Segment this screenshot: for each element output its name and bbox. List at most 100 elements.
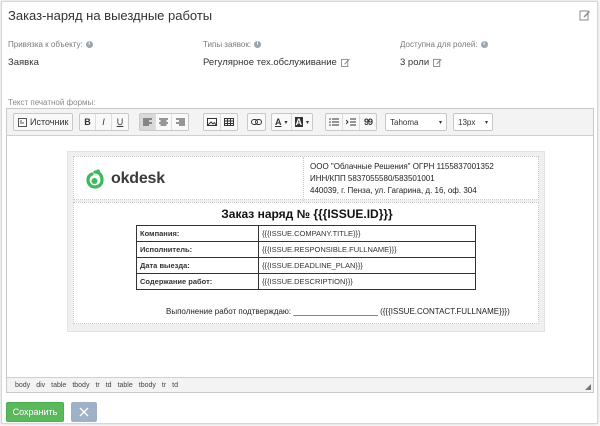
caret-down-icon: ▾	[284, 119, 288, 126]
row-key: Компания:	[136, 225, 259, 242]
image-icon	[207, 118, 217, 126]
resize-handle-icon[interactable]	[585, 384, 591, 390]
request-types-value: Регулярное тех.обслуживание	[203, 57, 337, 68]
logo-cell: okdesk	[74, 157, 304, 201]
align-center-icon	[159, 118, 168, 126]
caret-down-icon: ▾	[484, 119, 488, 126]
row-key: Содержание работ:	[136, 273, 259, 290]
edit-icon[interactable]	[579, 9, 591, 21]
object-binding-label: Привязка к объекту:	[8, 40, 83, 49]
insert-group	[203, 113, 238, 131]
list-button[interactable]	[326, 114, 343, 130]
source-icon	[18, 117, 27, 127]
path-item[interactable]: div	[36, 382, 45, 389]
request-types-field: Типы заявок: i Регулярное тех.обслуживани…	[203, 40, 350, 68]
quote-button[interactable]: 99	[360, 114, 376, 130]
confirmation-line: Выполнение работ подтверждаю: __________…	[166, 307, 510, 316]
table-icon	[224, 118, 234, 126]
align-center-button[interactable]	[156, 114, 172, 130]
bold-button[interactable]: B	[80, 114, 96, 130]
cancel-button[interactable]	[71, 402, 97, 422]
row-key: Дата выезда:	[136, 257, 259, 274]
underline-button[interactable]: U	[112, 114, 128, 130]
document-body: Заказ наряд № {{{ISSUE.ID}}} Компания: {…	[73, 202, 539, 324]
caret-down-icon: ▾	[438, 119, 442, 126]
path-item[interactable]: td	[172, 382, 178, 389]
path-item[interactable]: tbody	[139, 382, 156, 389]
link-button[interactable]	[248, 114, 265, 130]
list-group: 99	[325, 113, 377, 131]
link-group	[247, 113, 266, 131]
form-fields: Привязка к объекту: i Заявка Типы заявок:…	[8, 40, 588, 80]
font-size-value: 13px	[458, 117, 476, 127]
path-item[interactable]: tbody	[72, 382, 89, 389]
table-row: Содержание работ: {{{ISSUE.DESCRIPTION}}…	[136, 273, 476, 290]
request-types-label: Типы заявок:	[203, 40, 252, 49]
numbered-list-icon	[329, 118, 339, 126]
object-binding-field: Привязка к объекту: i Заявка	[8, 40, 93, 68]
align-right-button[interactable]	[172, 114, 188, 130]
font-family-value: Tahoma	[390, 117, 419, 127]
rich-text-editor[interactable]: Источник B I U A ▾ A ▾ 99 Tahoma ▾ 13px …	[6, 108, 594, 393]
path-item[interactable]: td	[106, 382, 112, 389]
path-item[interactable]: tr	[95, 382, 99, 389]
path-item[interactable]: table	[51, 382, 66, 389]
align-left-icon	[143, 118, 152, 126]
pencil-icon[interactable]	[433, 58, 442, 67]
source-group: Источник	[13, 113, 74, 131]
editor-toolbar: Источник B I U A ▾ A ▾ 99 Tahoma ▾ 13px …	[7, 109, 593, 136]
row-value: {{{ISSUE.DEADLINE_PLAN}}}	[258, 257, 476, 274]
editor-content[interactable]: okdesk ООО "Облачные Решения" ОГРН 11558…	[7, 137, 593, 376]
info-icon[interactable]: i	[480, 41, 488, 48]
info-table: Компания: {{{ISSUE.COMPANY.TITLE}}} Испо…	[136, 225, 476, 290]
align-left-button[interactable]	[140, 114, 156, 130]
info-icon[interactable]: i	[85, 41, 93, 48]
info-icon[interactable]: i	[254, 41, 262, 48]
company-line: ИНН/КПП 5837055580/583501001	[310, 174, 435, 183]
table-button[interactable]	[221, 114, 237, 130]
italic-button[interactable]: I	[96, 114, 112, 130]
table-row: Компания: {{{ISSUE.COMPANY.TITLE}}}	[136, 225, 476, 242]
element-path-bar: body div table tbody tr td table tbody t…	[7, 377, 593, 392]
path-item[interactable]: tr	[162, 382, 166, 389]
row-value: {{{ISSUE.RESPONSIBLE.FULLNAME}}}	[258, 241, 476, 258]
save-button[interactable]: Сохранить	[6, 402, 64, 422]
bg-color-label: A	[294, 117, 304, 127]
image-button[interactable]	[204, 114, 221, 130]
document-header: okdesk ООО "Облачные Решения" ОГРН 11558…	[73, 156, 539, 201]
company-line: 440039, г. Пенза, ул. Гагарина, д. 16, о…	[310, 186, 477, 195]
company-line: ООО "Облачные Решения" ОГРН 115583700135…	[310, 162, 494, 171]
align-right-icon	[175, 118, 185, 126]
bg-color-button[interactable]: A ▾	[292, 114, 313, 130]
close-icon	[79, 407, 89, 417]
object-binding-value: Заявка	[8, 57, 39, 68]
format-group: B I U	[79, 113, 129, 131]
logo-text: okdesk	[111, 170, 165, 187]
text-color-label: A	[275, 117, 282, 127]
color-group: A ▾ A ▾	[271, 113, 314, 131]
link-icon	[251, 119, 262, 125]
roles-field: Доступна для ролей: i 3 роли	[400, 40, 488, 68]
path-item[interactable]: body	[15, 382, 30, 389]
source-button[interactable]: Источник	[14, 114, 72, 130]
caret-down-icon: ▾	[306, 119, 310, 126]
window-title: Заказ-наряд на выездные работы	[8, 8, 213, 23]
align-group	[139, 113, 189, 131]
path-item[interactable]: table	[118, 382, 133, 389]
document-title: Заказ наряд № {{{ISSUE.ID}}}	[221, 207, 393, 221]
indent-button[interactable]	[343, 114, 360, 130]
table-row: Дата выезда: {{{ISSUE.DEADLINE_PLAN}}}	[136, 257, 476, 274]
roles-label: Доступна для ролей:	[400, 40, 478, 49]
row-value: {{{ISSUE.DESCRIPTION}}}	[258, 273, 476, 290]
print-document: okdesk ООО "Облачные Решения" ОГРН 11558…	[67, 151, 545, 332]
okdesk-logo: okdesk	[84, 168, 165, 190]
source-label: Источник	[30, 117, 69, 127]
font-family-select[interactable]: Tahoma ▾	[385, 113, 447, 131]
text-color-button[interactable]: A ▾	[272, 114, 292, 130]
pencil-icon[interactable]	[340, 58, 350, 67]
okdesk-logo-icon	[86, 169, 104, 189]
indent-icon	[346, 118, 356, 126]
row-key: Исполнитель:	[136, 241, 259, 258]
editor-label: Текст печатной формы:	[8, 98, 96, 107]
font-size-select[interactable]: 13px ▾	[453, 113, 493, 131]
